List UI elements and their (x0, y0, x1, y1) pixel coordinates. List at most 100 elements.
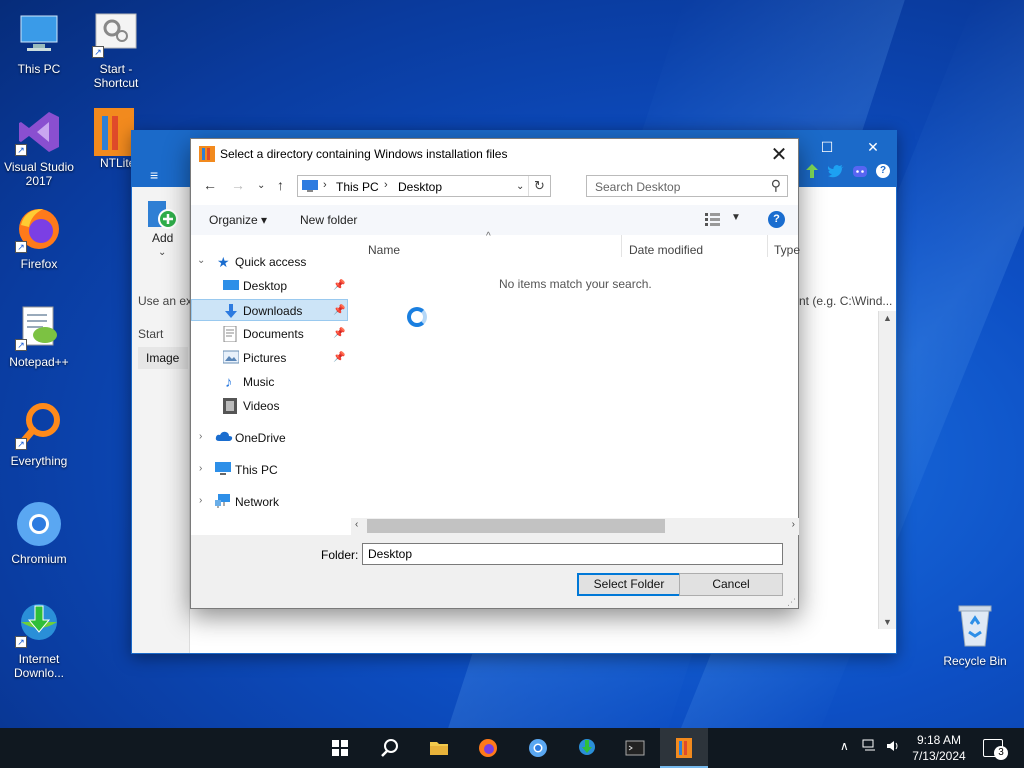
select-folder-dialog[interactable]: Select a directory containing Windows in… (190, 138, 800, 609)
network-tray-icon[interactable] (862, 739, 878, 756)
desktop-icon-firefox[interactable]: ↗ Firefox (0, 205, 78, 271)
column-separator[interactable] (767, 235, 768, 257)
recent-locations-chevron-icon[interactable]: ⌄ (257, 180, 265, 191)
expand-chevron-icon[interactable]: › (199, 495, 202, 506)
new-folder-button[interactable]: New folder (300, 213, 357, 227)
twitter-icon[interactable] (827, 165, 844, 181)
column-header-date-modified[interactable]: Date modified (629, 243, 703, 257)
file-list[interactable]: ^ Name Date modified Type No items match… (351, 231, 800, 535)
ntlite-taskbar-button[interactable] (660, 728, 708, 768)
organize-menu[interactable]: Organize ▾ (209, 213, 267, 227)
scroll-up-icon[interactable]: ▲ (883, 313, 892, 323)
select-folder-button[interactable]: Select Folder (577, 573, 681, 596)
column-header-type[interactable]: Type (774, 243, 800, 257)
resize-grip-icon[interactable]: ⋰ (787, 597, 796, 608)
refresh-icon[interactable]: ↻ (528, 176, 550, 196)
search-box[interactable]: Search Desktop ⚲ (586, 175, 788, 197)
tree-item-label: Music (243, 375, 275, 389)
music-note-icon: ♪ (225, 374, 233, 391)
scrollbar-thumb[interactable] (367, 519, 665, 533)
ntlite-icon (676, 738, 692, 758)
add-chevron-icon[interactable]: ⌄ (158, 247, 166, 258)
action-center-button[interactable]: 3 (983, 739, 1008, 760)
add-image-icon[interactable] (146, 197, 178, 232)
tree-item-pictures[interactable]: Pictures 📌 (191, 347, 349, 369)
chromium-icon (15, 500, 63, 548)
volume-tray-icon[interactable] (886, 739, 902, 756)
help-icon[interactable]: ? (876, 164, 890, 178)
view-dropdown-icon[interactable]: ▼ (731, 212, 741, 223)
view-options-icon[interactable] (705, 212, 723, 229)
pin-icon[interactable]: 📌 (333, 328, 345, 339)
pin-icon[interactable]: 📌 (333, 280, 345, 291)
command-prompt-taskbar-button[interactable] (611, 728, 659, 768)
desktop-icon-recycle-bin[interactable]: Recycle Bin (936, 602, 1014, 668)
up-arrow-icon[interactable]: ↑ (277, 177, 284, 193)
tree-item-documents[interactable]: Documents 📌 (191, 323, 349, 345)
close-button[interactable]: ✕ (858, 139, 888, 156)
loading-spinner-icon (407, 307, 427, 327)
help-button[interactable]: ? (768, 211, 785, 228)
cancel-button[interactable]: Cancel (679, 573, 783, 596)
tree-quick-access[interactable]: ⌄ ★ Quick access (191, 251, 349, 273)
desktop-icon-this-pc[interactable]: This PC (0, 10, 78, 76)
firefox-icon: ↗ (15, 205, 63, 253)
firefox-taskbar-button[interactable] (464, 728, 512, 768)
search-icon[interactable]: ⚲ (771, 177, 781, 194)
column-separator[interactable] (621, 235, 622, 257)
maximize-button[interactable]: ☐ (812, 139, 842, 156)
internet-download-manager-taskbar-button[interactable] (563, 728, 611, 768)
tree-item-music[interactable]: ♪ Music (191, 371, 349, 393)
ntlite-hint-text-right: nt (e.g. C:\Wind... (799, 294, 893, 308)
system-clock[interactable]: 9:18 AM 7/13/2024 (904, 732, 974, 764)
forward-arrow-icon[interactable]: → (231, 177, 245, 193)
back-arrow-icon[interactable]: ← (203, 177, 217, 193)
start-button[interactable] (316, 728, 364, 768)
file-explorer-taskbar-button[interactable] (415, 728, 463, 768)
collapse-chevron-icon[interactable]: ⌄ (197, 255, 205, 266)
breadcrumb-desktop[interactable]: Desktop (398, 180, 442, 194)
column-header-name[interactable]: Name (368, 243, 400, 257)
address-dropdown-icon[interactable]: ⌄ (516, 181, 524, 192)
dialog-close-button[interactable]: ✕ (768, 142, 790, 167)
videos-icon (223, 398, 239, 414)
tree-this-pc[interactable]: › This PC (191, 459, 349, 481)
ntlite-scrollbar[interactable]: ▲ ▼ (878, 311, 896, 629)
hamburger-menu-icon[interactable]: ≡ (150, 167, 158, 183)
add-button[interactable]: Add (152, 231, 173, 245)
desktop-icon-everything[interactable]: ↗ Everything (0, 402, 78, 468)
horizontal-scrollbar[interactable]: ‹ › (351, 518, 799, 535)
desktop-icon-notepad-plus-plus[interactable]: ↗ Notepad++ (0, 303, 78, 369)
dialog-titlebar[interactable]: Select a directory containing Windows in… (191, 139, 798, 169)
tree-item-downloads[interactable]: Downloads 📌 (191, 299, 348, 321)
breadcrumb-this-pc[interactable]: This PC (336, 180, 379, 194)
expand-chevron-icon[interactable]: › (199, 463, 202, 474)
folder-input[interactable] (362, 543, 783, 565)
chromium-taskbar-button[interactable] (514, 728, 562, 768)
desktop-icon-visual-studio[interactable]: ↗ Visual Studio 2017 (0, 108, 78, 188)
tree-network[interactable]: › Network (191, 491, 349, 513)
desktop-icon-start-shortcut[interactable]: ↗ Start - Shortcut (77, 10, 155, 90)
tree-item-desktop[interactable]: Desktop 📌 (191, 275, 349, 297)
expand-chevron-icon[interactable]: › (199, 431, 202, 442)
update-icon[interactable] (806, 164, 818, 181)
pin-icon[interactable]: 📌 (333, 352, 345, 363)
discord-icon[interactable] (852, 165, 868, 181)
settings-shortcut-icon: ↗ (92, 10, 140, 58)
pin-icon[interactable]: 📌 (333, 305, 345, 316)
tree-onedrive[interactable]: › OneDrive (191, 427, 349, 449)
tree-item-videos[interactable]: Videos (191, 395, 349, 417)
search-taskbar-button[interactable] (366, 728, 414, 768)
scroll-left-icon[interactable]: ‹ (355, 519, 358, 530)
scroll-right-icon[interactable]: › (792, 519, 795, 530)
desktop-icon-label: Everything (10, 454, 68, 468)
desktop-icon-internet-download-manager[interactable]: ↗ Internet Downlo... (0, 600, 78, 680)
tray-overflow-chevron-icon[interactable]: ∧ (840, 739, 849, 753)
desktop-icon-chromium[interactable]: Chromium (0, 500, 78, 566)
ntlite-image-tab[interactable]: Image (138, 347, 188, 369)
folder-label: Folder: (321, 548, 359, 562)
tree-item-label: Desktop (243, 279, 288, 293)
ntlite-hint-text: Use an ex (138, 294, 193, 308)
scroll-down-icon[interactable]: ▼ (883, 617, 892, 627)
address-bar[interactable]: › This PC › Desktop ⌄ ↻ (297, 175, 551, 197)
